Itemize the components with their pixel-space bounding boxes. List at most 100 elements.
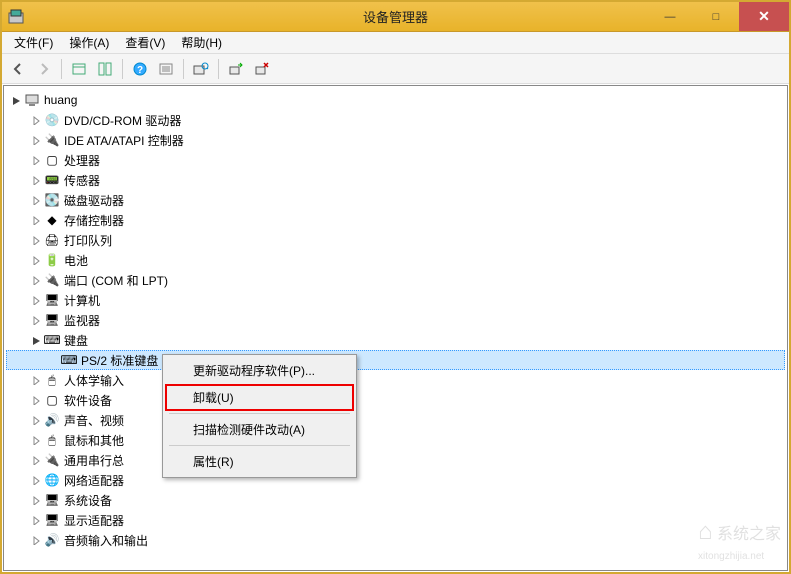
back-button[interactable] [6, 57, 30, 81]
close-button[interactable]: ✕ [739, 2, 789, 31]
expander-icon[interactable] [30, 114, 42, 126]
expander-icon[interactable] [30, 374, 42, 386]
tree-item[interactable]: 🔌IDE ATA/ATAPI 控制器 [6, 130, 785, 150]
tree-item[interactable]: 📟传感器 [6, 170, 785, 190]
menu-help[interactable]: 帮助(H) [173, 32, 230, 53]
expander-icon[interactable] [30, 434, 42, 446]
device-category-icon: 🔋 [44, 252, 60, 268]
device-tree[interactable]: huang 💿DVD/CD-ROM 驱动器🔌IDE ATA/ATAPI 控制器▢… [3, 85, 788, 571]
device-category-icon: 🖥 [44, 312, 60, 328]
tree-item[interactable]: 🔋电池 [6, 250, 785, 270]
device-category-icon: ⌨ [44, 332, 60, 348]
expander-icon[interactable] [30, 134, 42, 146]
tree-item[interactable]: 🔌通用串行总 [6, 450, 785, 470]
device-category-icon: ▢ [44, 392, 60, 408]
tree-item[interactable]: 🖱鼠标和其他 [6, 430, 785, 450]
show-hide-action-button[interactable] [93, 57, 117, 81]
uninstall-button[interactable] [250, 57, 274, 81]
tree-root[interactable]: huang [6, 90, 785, 110]
scan-hardware-button[interactable] [189, 57, 213, 81]
ctx-uninstall[interactable]: 卸载(U) [165, 384, 354, 411]
node-label: 显示适配器 [64, 512, 124, 529]
tree-item[interactable]: 💽磁盘驱动器 [6, 190, 785, 210]
tree-item[interactable]: 🖥监视器 [6, 310, 785, 330]
ctx-separator [169, 445, 350, 446]
tree-item[interactable]: ◆存储控制器 [6, 210, 785, 230]
device-category-icon: ▢ [44, 152, 60, 168]
tree-item[interactable]: ▢软件设备 [6, 390, 785, 410]
device-category-icon: 🖱 [44, 432, 60, 448]
expander-icon[interactable] [30, 174, 42, 186]
tree-item[interactable]: 💿DVD/CD-ROM 驱动器 [6, 110, 785, 130]
tree-item[interactable]: 🔊音频输入和输出 [6, 530, 785, 550]
expander-icon[interactable] [30, 274, 42, 286]
expander-icon[interactable] [30, 214, 42, 226]
toolbar-separator [61, 59, 62, 79]
properties-button[interactable] [154, 57, 178, 81]
node-label: 端口 (COM 和 LPT) [64, 272, 168, 289]
expander-icon[interactable] [30, 494, 42, 506]
tree-child-item[interactable]: ⌨PS/2 标准键盘 [6, 350, 785, 370]
expander-icon[interactable] [30, 314, 42, 326]
node-label: 处理器 [64, 152, 100, 169]
expander-icon[interactable] [30, 454, 42, 466]
device-category-icon: 🖥 [44, 512, 60, 528]
expander-icon[interactable] [30, 234, 42, 246]
expander-icon[interactable] [30, 334, 42, 346]
expander-icon[interactable] [30, 474, 42, 486]
menu-file[interactable]: 文件(F) [6, 32, 61, 53]
help-button[interactable]: ? [128, 57, 152, 81]
tree-item[interactable]: 🖱人体学输入 [6, 370, 785, 390]
tree-item[interactable]: 🔊声音、视频 [6, 410, 785, 430]
tree-item[interactable]: 🔌端口 (COM 和 LPT) [6, 270, 785, 290]
expander-icon[interactable] [30, 154, 42, 166]
node-label: 打印队列 [64, 232, 112, 249]
tree-item[interactable]: 🌐网络适配器 [6, 470, 785, 490]
ctx-scan-hardware[interactable]: 扫描检测硬件改动(A) [165, 416, 354, 443]
expander-icon[interactable] [30, 294, 42, 306]
forward-button[interactable] [32, 57, 56, 81]
node-label: 键盘 [64, 332, 88, 349]
expander-icon[interactable] [30, 394, 42, 406]
computer-icon [24, 92, 40, 108]
device-icon: ⌨ [61, 352, 77, 368]
ctx-update-driver[interactable]: 更新驱动程序软件(P)... [165, 357, 354, 384]
device-category-icon: 🖨 [44, 232, 60, 248]
node-label: DVD/CD-ROM 驱动器 [64, 112, 181, 129]
menu-view[interactable]: 查看(V) [117, 32, 173, 53]
tree-item[interactable]: 🖥系统设备 [6, 490, 785, 510]
expander-icon[interactable] [30, 254, 42, 266]
window-title: 设备管理器 [363, 7, 428, 26]
toolbar: ? [2, 54, 789, 84]
expander-icon[interactable] [30, 414, 42, 426]
device-category-icon: 🔌 [44, 132, 60, 148]
device-category-icon: 🔌 [44, 452, 60, 468]
titlebar: 设备管理器 — □ ✕ [2, 2, 789, 32]
svg-text:?: ? [137, 65, 143, 76]
collapse-icon[interactable] [10, 94, 22, 106]
tree-item[interactable]: ▢处理器 [6, 150, 785, 170]
expander-icon[interactable] [30, 194, 42, 206]
ctx-properties[interactable]: 属性(R) [165, 448, 354, 475]
device-category-icon: 🔊 [44, 532, 60, 548]
expander-icon[interactable] [30, 514, 42, 526]
expander-icon[interactable] [30, 534, 42, 546]
device-category-icon: 🖥 [44, 292, 60, 308]
node-label: 音频输入和输出 [64, 532, 148, 549]
tree-item[interactable]: ⌨键盘 [6, 330, 785, 350]
menubar: 文件(F) 操作(A) 查看(V) 帮助(H) [2, 32, 789, 54]
maximize-button[interactable]: □ [693, 2, 739, 31]
node-label: 传感器 [64, 172, 100, 189]
minimize-button[interactable]: — [647, 2, 693, 31]
device-category-icon: ◆ [44, 212, 60, 228]
tree-item[interactable]: 🖨打印队列 [6, 230, 785, 250]
toolbar-separator [183, 59, 184, 79]
toolbar-separator [218, 59, 219, 79]
tree-item[interactable]: 🖥显示适配器 [6, 510, 785, 530]
menu-action[interactable]: 操作(A) [61, 32, 117, 53]
node-label: 鼠标和其他 [64, 432, 124, 449]
update-driver-button[interactable] [224, 57, 248, 81]
tree-item[interactable]: 🖥计算机 [6, 290, 785, 310]
show-hide-console-button[interactable] [67, 57, 91, 81]
node-label: huang [44, 93, 77, 107]
